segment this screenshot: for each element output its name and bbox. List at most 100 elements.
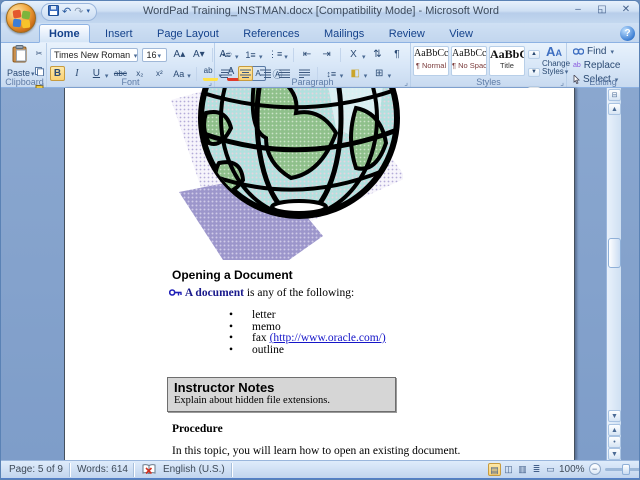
styles-scroll-down-button[interactable]: ▼ <box>528 67 540 77</box>
redo-button[interactable]: ↷ <box>74 5 83 19</box>
font-size-caret-icon: ▾ <box>157 52 161 60</box>
instructor-notes-body: Explain about hidden file extensions. <box>174 395 331 406</box>
style-normal[interactable]: AaBbCcI ¶ Normal <box>413 46 449 76</box>
style-title[interactable]: AaBbC Title <box>489 46 525 76</box>
ruler-toggle-button[interactable]: ⊟ <box>608 89 621 101</box>
group-paragraph: •≡ ▾ 1≡ ▾ ⋮≡ ▾ ⇤ ⇥ X ▾ ⇅ ¶ ↕≡ ▾ ◧ ▾ ⊞ ▾ … <box>215 43 411 87</box>
bullets-button[interactable]: •≡ <box>219 47 234 62</box>
zoom-slider-thumb[interactable] <box>621 463 630 475</box>
replace-icon: ab <box>573 62 581 69</box>
globe-clipart-image[interactable] <box>171 88 403 260</box>
ribbon-tab-row: Home Insert Page Layout References Maili… <box>1 23 639 43</box>
close-button[interactable]: ✕ <box>619 4 633 15</box>
cut-button[interactable]: ✂ <box>33 49 45 59</box>
previous-page-button[interactable]: ▲ <box>608 424 621 436</box>
list-item: • outline <box>229 343 284 356</box>
group-styles: AaBbCcI ¶ Normal AaBbCcI ¶ No Spaci.. Aa… <box>411 43 570 95</box>
clipboard-dialog-launcher[interactable]: ⌟ <box>40 78 44 87</box>
select-browse-object-button[interactable]: • <box>608 436 621 448</box>
font-name-combobox[interactable]: Times New Roman ▾ <box>50 47 138 62</box>
zoom-controls: 100% − + <box>559 463 639 475</box>
scroll-down-button[interactable]: ▼ <box>608 410 621 422</box>
change-styles-button[interactable]: AA Change Styles▾ <box>542 45 570 77</box>
paragraph-group-label: Paragraph <box>291 77 334 87</box>
save-button[interactable] <box>48 4 59 20</box>
word-window: WordPad Training_INSTMAN.docx [Compatibi… <box>0 0 640 480</box>
restore-button[interactable]: ◱ <box>595 4 609 15</box>
shrink-font-button[interactable]: A▾ <box>191 47 206 62</box>
paragraph-dialog-launcher[interactable]: ⌟ <box>404 78 408 87</box>
tab-home[interactable]: Home <box>39 24 90 43</box>
group-font: Times New Roman ▾ 16▾ A▴ A▾ A◌ B I U ▾ ab… <box>47 43 283 87</box>
asian-layout-button[interactable]: X <box>346 47 361 62</box>
document-page[interactable]: Opening a Document A document is any of … <box>64 88 575 460</box>
zoom-out-button[interactable]: − <box>588 463 601 475</box>
web-layout-view-button[interactable]: ▥ <box>516 463 529 476</box>
help-icon[interactable]: ? <box>620 26 635 41</box>
paste-button[interactable]: Paste▾ <box>7 45 35 78</box>
zoom-level[interactable]: 100% <box>559 464 585 475</box>
styles-scroll-up-button[interactable]: ▲ <box>528 49 540 59</box>
scrollbar-thumb[interactable] <box>608 238 621 268</box>
replace-button[interactable]: ab Replace <box>573 59 621 72</box>
multilevel-list-button[interactable]: ⋮≡ <box>267 47 283 62</box>
instructor-notes-box: Instructor Notes Explain about hidden fi… <box>167 377 396 412</box>
print-layout-view-button[interactable]: ▤ <box>488 463 501 476</box>
increase-indent-button[interactable]: ⇥ <box>319 47 334 62</box>
instructor-notes-title: Instructor Notes <box>174 380 275 395</box>
qat-customize-button[interactable]: ▾ <box>86 5 90 19</box>
word-count[interactable]: Words: 614 <box>77 463 128 477</box>
section-heading: Opening a Document <box>172 268 293 282</box>
font-dialog-launcher[interactable]: ⌟ <box>208 78 212 87</box>
office-button[interactable] <box>6 3 36 33</box>
tab-references[interactable]: References <box>234 25 308 42</box>
sort-button[interactable]: ⇅ <box>370 47 385 62</box>
outline-view-button[interactable]: ≣ <box>530 463 543 476</box>
tab-page-layout[interactable]: Page Layout <box>148 25 228 42</box>
minimize-button[interactable]: – <box>571 4 585 15</box>
font-size-combobox[interactable]: 16▾ <box>142 47 168 62</box>
copy-icon <box>34 67 44 77</box>
find-binoculars-icon <box>573 48 584 55</box>
font-name-caret-icon: ▾ <box>133 52 138 60</box>
office-logo-icon <box>12 9 22 19</box>
window-controls: – ◱ ✕ <box>571 4 633 15</box>
language-indicator[interactable]: English (U.S.) <box>163 463 225 477</box>
ribbon: Paste▾ ✂ Clipboard ⌟ Times New Roman ▾ 1… <box>1 43 639 95</box>
tab-view[interactable]: View <box>440 25 482 42</box>
decrease-indent-button[interactable]: ⇤ <box>300 47 315 62</box>
next-page-button[interactable]: ▼ <box>608 448 621 460</box>
tab-review[interactable]: Review <box>380 25 434 42</box>
asian-layout-caret-icon[interactable]: ▾ <box>362 54 366 61</box>
key-term-icon <box>168 289 182 296</box>
title-bar: WordPad Training_INSTMAN.docx [Compatibi… <box>1 1 639 23</box>
zoom-slider[interactable] <box>604 463 639 475</box>
find-button[interactable]: Find ▾ <box>573 45 614 58</box>
proofing-status-icon[interactable] <box>142 464 156 478</box>
show-hide-pilcrow-button[interactable]: ¶ <box>389 47 404 62</box>
grow-font-button[interactable]: A▴ <box>172 47 187 62</box>
bullets-caret-icon[interactable]: ▾ <box>235 54 239 61</box>
numbering-caret-icon[interactable]: ▾ <box>259 54 263 61</box>
key-term-line: A document is any of the following: <box>168 287 354 299</box>
editing-group-label: Editing <box>589 77 617 87</box>
tab-mailings[interactable]: Mailings <box>315 25 373 42</box>
tab-insert[interactable]: Insert <box>96 25 142 42</box>
full-screen-reading-view-button[interactable]: ◫ <box>502 463 515 476</box>
style-no-spacing[interactable]: AaBbCcI ¶ No Spaci.. <box>451 46 487 76</box>
draft-view-button[interactable]: ▭ <box>544 463 557 476</box>
quick-access-toolbar: ↶ ↷ ▾ <box>41 3 97 21</box>
multilevel-caret-icon[interactable]: ▾ <box>284 54 288 61</box>
scroll-up-button[interactable]: ▲ <box>608 103 621 115</box>
styles-dialog-launcher[interactable]: ⌟ <box>560 78 564 87</box>
vertical-scrollbar[interactable]: ⊟ ▲ ▼ ▲ • ▼ <box>606 88 621 460</box>
numbering-button[interactable]: 1≡ <box>243 47 258 62</box>
page-indicator[interactable]: Page: 5 of 9 <box>9 463 63 477</box>
oracle-hyperlink[interactable]: (http://www.oracle.com/) <box>270 332 386 344</box>
body-paragraph: In this topic, you will learn how to ope… <box>172 445 461 457</box>
copy-button[interactable] <box>33 67 45 77</box>
paste-clipboard-icon <box>12 45 27 63</box>
view-shortcuts: ▤ ◫ ▥ ≣ ▭ <box>488 463 557 476</box>
undo-button[interactable]: ↶ <box>62 5 71 19</box>
group-clipboard: Paste▾ ✂ Clipboard ⌟ <box>3 43 47 95</box>
